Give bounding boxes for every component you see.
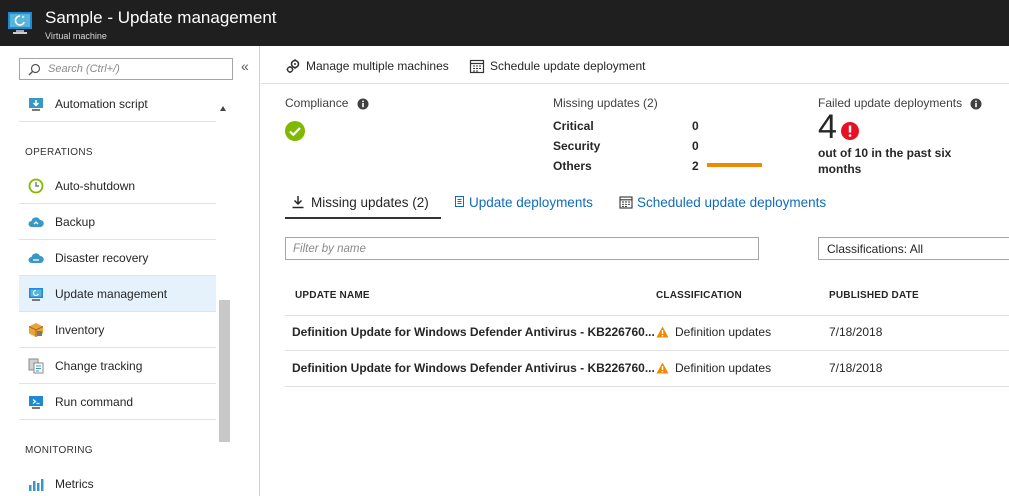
sidebar-item-backup[interactable]: Backup	[19, 204, 216, 240]
sidebar-item-metrics[interactable]: Metrics	[19, 466, 216, 496]
missing-critical-count: 0	[692, 119, 699, 133]
compliance-label: Compliance	[285, 96, 349, 110]
sidebar-search-input[interactable]	[48, 61, 228, 77]
missing-updates-heading: Missing updates (2)	[553, 96, 658, 110]
page-title: Sample - Update management	[45, 8, 277, 27]
sidebar-item-auto-shutdown[interactable]: Auto-shutdown	[19, 168, 216, 204]
filter-by-name-input[interactable]	[285, 237, 759, 260]
sidebar-item-update-management[interactable]: Update management	[19, 276, 216, 312]
sidebar-search[interactable]	[19, 58, 233, 80]
cloud-recovery-icon	[28, 253, 44, 263]
run-command-icon	[29, 396, 43, 409]
sidebar-item-label: Metrics	[55, 477, 94, 491]
sidebar-item-label: Auto-shutdown	[55, 179, 136, 193]
published-date-cell: 7/18/2018	[829, 325, 883, 339]
sidebar-item-label: Update management	[55, 287, 168, 301]
scroll-up-arrow-icon[interactable]	[220, 106, 226, 111]
calendar-icon	[469, 59, 485, 74]
missing-others-bar	[707, 163, 762, 167]
cloud-backup-icon	[28, 217, 44, 227]
update-name-cell: Definition Update for Windows Defender A…	[292, 361, 655, 375]
manage-multiple-machines-label: Manage multiple machines	[306, 59, 449, 73]
sidebar-item-run-command[interactable]: Run command	[19, 384, 216, 420]
section-heading-monitoring: MONITORING	[25, 445, 93, 456]
failed-deployments-description: out of 10 in the past six months	[818, 146, 952, 176]
schedule-update-deployment-label: Schedule update deployment	[490, 59, 646, 73]
info-icon[interactable]	[357, 98, 369, 110]
sidebar-item-automation-script[interactable]: Automation script	[19, 86, 216, 122]
sidebar-item-label: Automation script	[55, 97, 148, 111]
tab-missing-updates-label: Missing updates (2)	[311, 195, 429, 210]
error-icon	[841, 122, 859, 140]
calendar-icon	[619, 196, 633, 209]
classifications-dropdown-value: Classifications: All	[827, 242, 924, 256]
sidebar-item-label: Run command	[55, 395, 134, 409]
sidebar: « Automation script OPERATIONS Auto-shut…	[0, 46, 260, 496]
failed-deployments-heading: Failed update deployments	[818, 96, 982, 110]
gears-icon	[286, 59, 300, 73]
sidebar-item-label: Disaster recovery	[55, 251, 149, 265]
sidebar-item-label: Change tracking	[55, 359, 143, 373]
failed-deployments-count: 4	[818, 108, 837, 146]
classification-label: Definition updates	[675, 325, 772, 339]
sidebar-item-disaster-recovery[interactable]: Disaster recovery	[19, 240, 216, 276]
missing-others-label: Others	[553, 159, 592, 173]
missing-critical-label: Critical	[553, 119, 594, 133]
missing-security-label: Security	[553, 139, 601, 153]
missing-others-count: 2	[692, 159, 699, 173]
table-row[interactable]: Definition Update for Windows Defender A…	[285, 315, 1009, 351]
tab-scheduled-update-deployments-label: Scheduled update deployments	[637, 195, 827, 210]
warning-icon	[656, 362, 669, 374]
page-subtitle: Virtual machine	[45, 31, 107, 41]
download-icon	[292, 196, 304, 209]
sidebar-item-inventory[interactable]: Inventory	[19, 312, 216, 348]
change-tracking-icon	[28, 358, 44, 374]
section-heading-operations: OPERATIONS	[25, 147, 93, 158]
collapse-sidebar-button[interactable]: «	[241, 58, 249, 74]
compliant-check-icon	[285, 121, 305, 141]
sidebar-scrollbar-thumb[interactable]	[219, 300, 230, 442]
document-icon	[455, 196, 464, 207]
info-icon[interactable]	[970, 98, 982, 110]
column-header-classification[interactable]: CLASSIFICATION	[656, 290, 742, 301]
search-icon	[28, 63, 41, 76]
active-tab-indicator	[285, 217, 441, 219]
compliance-heading: Compliance	[285, 96, 369, 110]
clock-icon	[28, 178, 44, 194]
column-header-update-name[interactable]: UPDATE NAME	[295, 290, 370, 301]
sidebar-item-change-tracking[interactable]: Change tracking	[19, 348, 216, 384]
published-date-cell: 7/18/2018	[829, 361, 883, 375]
missing-security-count: 0	[692, 139, 699, 153]
warning-icon	[656, 326, 669, 338]
classification-label: Definition updates	[675, 361, 772, 375]
command-toolbar: Manage multiple machines Schedule update…	[261, 46, 1009, 84]
title-bar: Sample - Update management Virtual machi…	[0, 0, 1009, 46]
update-name-cell: Definition Update for Windows Defender A…	[292, 325, 655, 339]
main-content: Manage multiple machines Schedule update…	[261, 46, 1009, 496]
classifications-dropdown[interactable]: Classifications: All	[818, 237, 1009, 260]
sidebar-item-label: Backup	[55, 215, 96, 229]
table-row[interactable]: Definition Update for Windows Defender A…	[285, 351, 1009, 387]
tab-update-deployments-label: Update deployments	[469, 195, 593, 210]
virtual-machine-update-icon	[8, 12, 32, 34]
update-management-icon	[29, 288, 43, 301]
failed-deployments-label: Failed update deployments	[818, 96, 963, 110]
inventory-box-icon	[28, 323, 44, 337]
metrics-chart-icon	[29, 479, 44, 491]
sidebar-item-label: Inventory	[55, 323, 105, 337]
column-header-published-date[interactable]: PUBLISHED DATE	[829, 290, 919, 301]
automation-script-icon	[29, 98, 43, 111]
